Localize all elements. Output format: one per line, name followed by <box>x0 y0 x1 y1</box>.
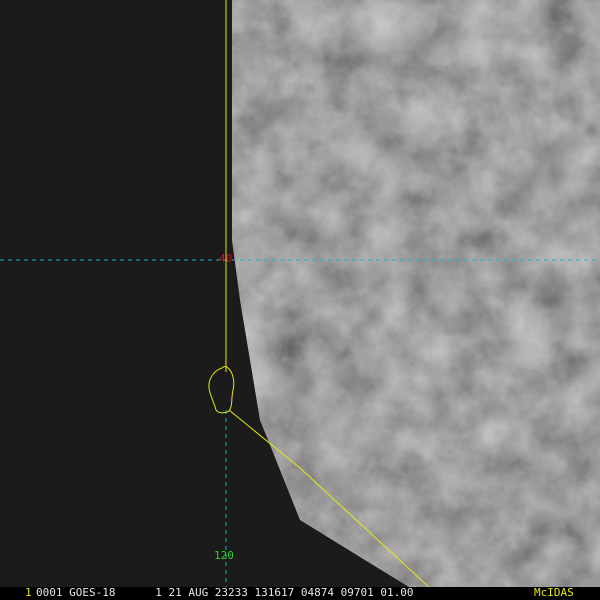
frame-info-text: 0001 GOES-18 1 21 AUG 23233 131617 04874… <box>36 586 414 599</box>
latitude-label: 40 <box>219 252 233 265</box>
status-bar: 1 0001 GOES-18 1 21 AUG 23233 131617 048… <box>0 587 600 600</box>
frame-number: 1 <box>25 586 32 599</box>
app-name-tag: McIDAS <box>534 586 574 599</box>
satellite-imagery <box>0 0 600 600</box>
satellite-image-viewport[interactable]: 40 120 1 0001 GOES-18 1 21 AUG 23233 131… <box>0 0 600 600</box>
longitude-label: 120 <box>214 549 234 562</box>
